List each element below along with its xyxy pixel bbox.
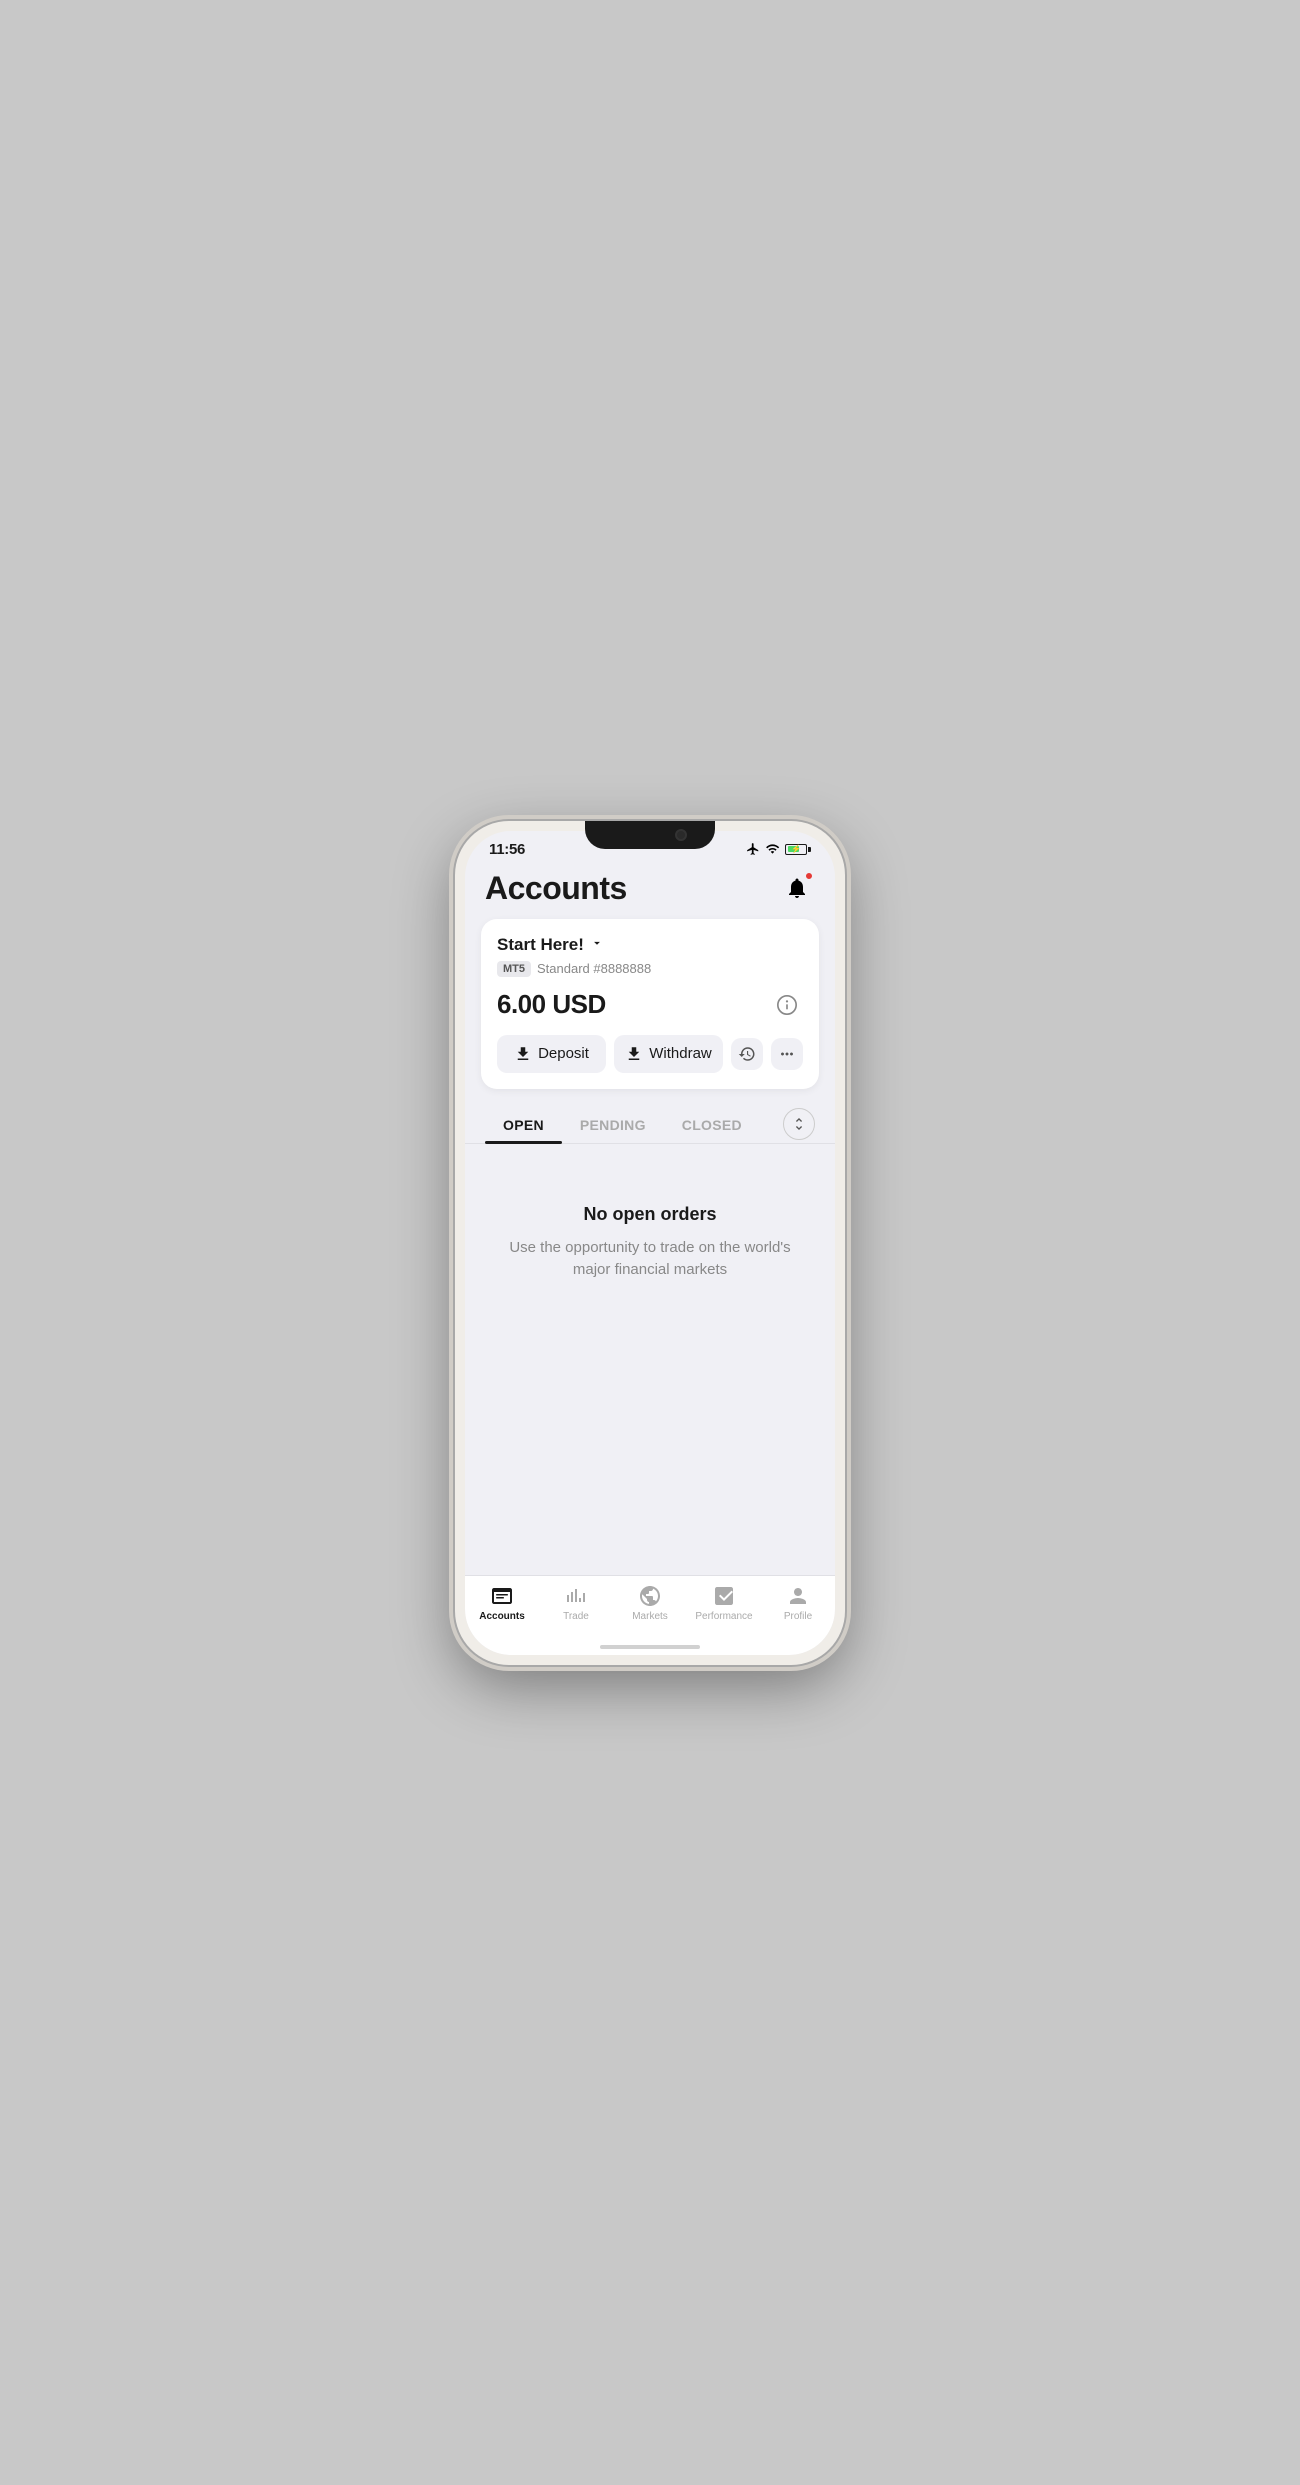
front-camera <box>675 829 687 841</box>
deposit-icon <box>514 1045 532 1063</box>
withdraw-button[interactable]: Withdraw <box>614 1035 723 1073</box>
page-header: Accounts <box>465 862 835 919</box>
tabs-container: OPEN PENDING CLOSED <box>465 1105 835 1144</box>
account-chevron-icon[interactable] <box>590 936 604 953</box>
nav-item-trade[interactable]: Trade <box>539 1584 613 1622</box>
trade-nav-label: Trade <box>563 1611 589 1622</box>
tab-pending[interactable]: PENDING <box>562 1105 664 1143</box>
profile-nav-icon <box>786 1584 810 1608</box>
more-icon <box>778 1045 796 1063</box>
phone-screen: 11:56 <box>465 831 835 1655</box>
empty-title: No open orders <box>583 1204 716 1225</box>
main-content: Accounts Start Here! <box>465 862 835 1655</box>
account-balance: 6.00 USD <box>497 989 606 1020</box>
trade-nav-icon <box>564 1584 588 1608</box>
battery-icon <box>785 844 811 855</box>
notch <box>585 821 715 849</box>
status-icons <box>746 842 811 856</box>
withdraw-label: Withdraw <box>649 1045 712 1062</box>
account-type-number: Standard #8888888 <box>537 961 651 976</box>
accounts-nav-label: Accounts <box>479 1611 525 1622</box>
notification-button[interactable] <box>779 870 815 906</box>
bell-icon <box>785 876 809 900</box>
info-button[interactable] <box>771 989 803 1021</box>
airplane-icon <box>746 842 760 856</box>
account-balance-row: 6.00 USD <box>497 989 803 1021</box>
nav-item-accounts[interactable]: Accounts <box>465 1584 539 1622</box>
history-button[interactable] <box>731 1038 763 1070</box>
bottom-navigation: Accounts Trade Markets Per <box>465 1575 835 1655</box>
deposit-label: Deposit <box>538 1045 589 1062</box>
deposit-button[interactable]: Deposit <box>497 1035 606 1073</box>
accounts-nav-icon <box>490 1584 514 1608</box>
nav-item-performance[interactable]: Performance <box>687 1584 761 1622</box>
account-name: Start Here! <box>497 935 584 955</box>
history-icon <box>738 1045 756 1063</box>
empty-description: Use the opportunity to trade on the worl… <box>505 1237 795 1282</box>
page-title: Accounts <box>485 870 627 907</box>
empty-state: No open orders Use the opportunity to tr… <box>465 1144 835 1322</box>
sort-icon <box>791 1116 807 1132</box>
home-indicator <box>600 1645 700 1649</box>
wifi-icon <box>765 842 780 856</box>
status-time: 11:56 <box>489 841 525 858</box>
account-meta: MT5 Standard #8888888 <box>497 961 803 977</box>
profile-nav-label: Profile <box>784 1611 812 1622</box>
withdraw-icon <box>625 1045 643 1063</box>
phone-frame: 11:56 <box>455 821 845 1665</box>
tab-open[interactable]: OPEN <box>485 1105 562 1143</box>
account-action-buttons: Deposit Withdraw <box>497 1035 803 1073</box>
performance-nav-icon <box>712 1584 736 1608</box>
order-tabs: OPEN PENDING CLOSED <box>485 1105 783 1143</box>
tab-closed[interactable]: CLOSED <box>664 1105 760 1143</box>
markets-nav-label: Markets <box>632 1611 668 1622</box>
performance-nav-label: Performance <box>695 1611 752 1622</box>
sort-button[interactable] <box>783 1108 815 1140</box>
notification-dot <box>805 872 813 880</box>
account-name-row: Start Here! <box>497 935 803 955</box>
account-card: Start Here! MT5 Standard #8888888 6.00 U… <box>481 919 819 1089</box>
nav-item-profile[interactable]: Profile <box>761 1584 835 1622</box>
platform-badge: MT5 <box>497 961 531 977</box>
markets-nav-icon <box>638 1584 662 1608</box>
nav-item-markets[interactable]: Markets <box>613 1584 687 1622</box>
more-button[interactable] <box>771 1038 803 1070</box>
